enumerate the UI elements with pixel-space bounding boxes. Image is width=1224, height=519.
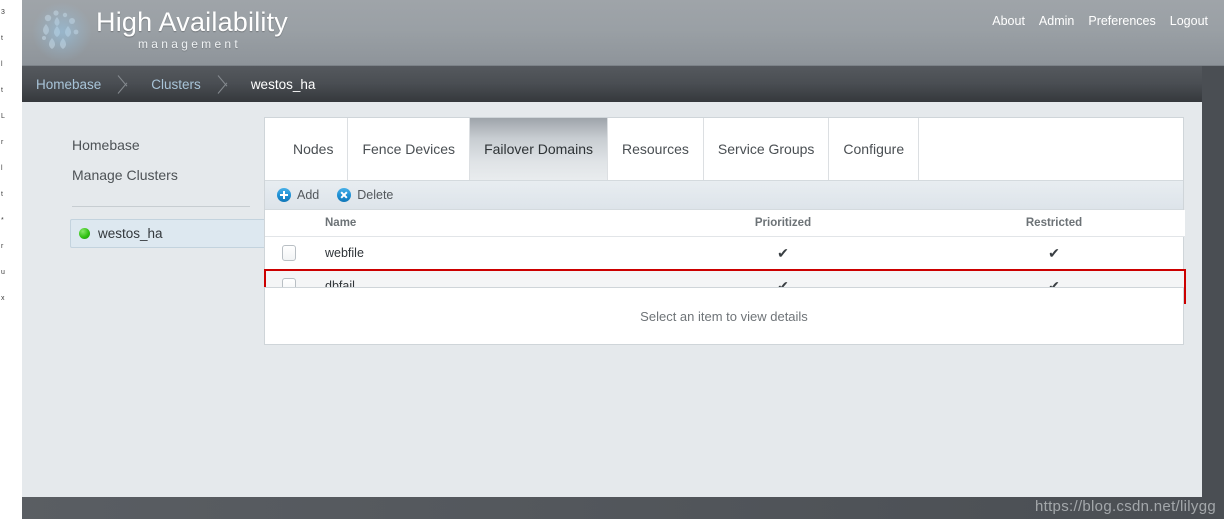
table-row[interactable]: webfile ✔ ✔: [265, 236, 1185, 270]
edge-fragment: r: [1, 243, 4, 250]
top-nav-link-admin[interactable]: Admin: [1039, 14, 1074, 28]
sidebar-item-westos-ha[interactable]: westos_ha: [70, 219, 270, 248]
breadcrumb-separator-icon: [115, 66, 137, 102]
watermark: https://blog.csdn.net/lilygg: [1034, 498, 1216, 515]
tab-service-groups[interactable]: Service Groups: [704, 118, 830, 180]
row-prioritized: ✔: [643, 236, 923, 270]
cluster-label: westos_ha: [98, 226, 163, 241]
edge-fragment: r: [1, 139, 4, 146]
sidebar-item-homebase[interactable]: Homebase: [50, 130, 250, 160]
top-nav-link-about[interactable]: About: [992, 14, 1025, 28]
top-nav-link-preferences[interactable]: Preferences: [1088, 14, 1155, 28]
edge-fragment: t: [1, 191, 3, 198]
sidebar-item-manage-clusters[interactable]: Manage Clusters: [50, 160, 250, 190]
column-header-select: [265, 210, 313, 237]
top-nav-link-logout[interactable]: Logout: [1170, 14, 1208, 28]
logo-glow: [32, 2, 92, 62]
edge-fragment: l: [1, 165, 3, 172]
cluster-dots-logo-icon: [32, 2, 92, 62]
tab-bar: Nodes Fence Devices Failover Domains Resour…: [265, 118, 1183, 180]
screenshot-root: 3 t l t Lr l t * r u x High Availability…: [0, 0, 1224, 519]
left-edge-fragments: 3 t l t Lr l t * r u x: [0, 0, 22, 519]
sidebar-divider: [72, 206, 250, 207]
table-toolbar: Add Delete: [265, 180, 1183, 210]
table-head: Name Prioritized Restricted: [265, 210, 1185, 237]
brand: High Availability management: [96, 7, 288, 51]
breadcrumb-separator-icon: [215, 66, 237, 102]
checkmark-icon: ✔: [1048, 244, 1060, 261]
breadcrumb-item-clusters[interactable]: Clusters: [137, 77, 215, 92]
page-body: Homebase Manage Clusters westos_ha Nodes…: [22, 102, 1202, 497]
row-checkbox-cell[interactable]: [265, 236, 313, 270]
brand-subtitle: management: [138, 37, 242, 51]
plus-circle-icon: [277, 188, 291, 202]
details-placeholder: Select an item to view details: [640, 308, 808, 324]
breadcrumb-item-westos-ha: westos_ha: [250, 76, 316, 92]
checkmark-icon: ✔: [777, 244, 789, 261]
breadcrumb: Homebase Clusters westos_ha: [22, 66, 1202, 102]
tab-configure[interactable]: Configure: [829, 118, 920, 180]
tab-failover-domains[interactable]: Failover Domains: [470, 118, 608, 180]
edge-fragment: l: [1, 61, 3, 68]
edge-fragment: L: [1, 113, 5, 120]
row-checkbox[interactable]: [282, 245, 296, 261]
tab-resources[interactable]: Resources: [608, 118, 704, 180]
column-header-name: Name: [313, 210, 643, 237]
table-header-row: Name Prioritized Restricted: [265, 210, 1185, 237]
panel-card: Nodes Fence Devices Failover Domains Resour…: [264, 117, 1185, 304]
add-button[interactable]: Add: [277, 188, 319, 202]
delete-button[interactable]: Delete: [337, 188, 393, 202]
edge-fragment: t: [1, 87, 3, 94]
add-button-label: Add: [297, 188, 320, 202]
details-panel: Select an item to view details: [264, 287, 1184, 345]
green-status-dot-icon: [79, 228, 90, 239]
brand-title: High Availability: [96, 7, 289, 37]
x-circle-icon: [337, 188, 352, 202]
edge-fragment: t: [1, 35, 3, 42]
edge-fragment: u: [1, 269, 5, 276]
breadcrumb-item-homebase[interactable]: Homebase: [22, 77, 115, 92]
top-nav: About Admin Preferences Logout: [992, 14, 1208, 28]
row-restricted: ✔: [923, 236, 1185, 270]
edge-fragment: *: [1, 217, 4, 224]
edge-fragment: x: [1, 295, 5, 302]
app-header: High Availability management About Admin P…: [22, 0, 1224, 66]
column-header-prioritized: Prioritized: [643, 210, 923, 237]
tab-fence-devices[interactable]: Fence Devices: [348, 118, 471, 180]
column-header-restricted: Restricted: [923, 210, 1185, 237]
delete-button-label: Delete: [357, 188, 394, 202]
edge-fragment: 3: [1, 9, 5, 16]
tab-nodes[interactable]: Nodes: [277, 118, 349, 180]
row-name[interactable]: webfile: [313, 236, 643, 270]
sidebar: Homebase Manage Clusters westos_ha: [50, 130, 270, 248]
